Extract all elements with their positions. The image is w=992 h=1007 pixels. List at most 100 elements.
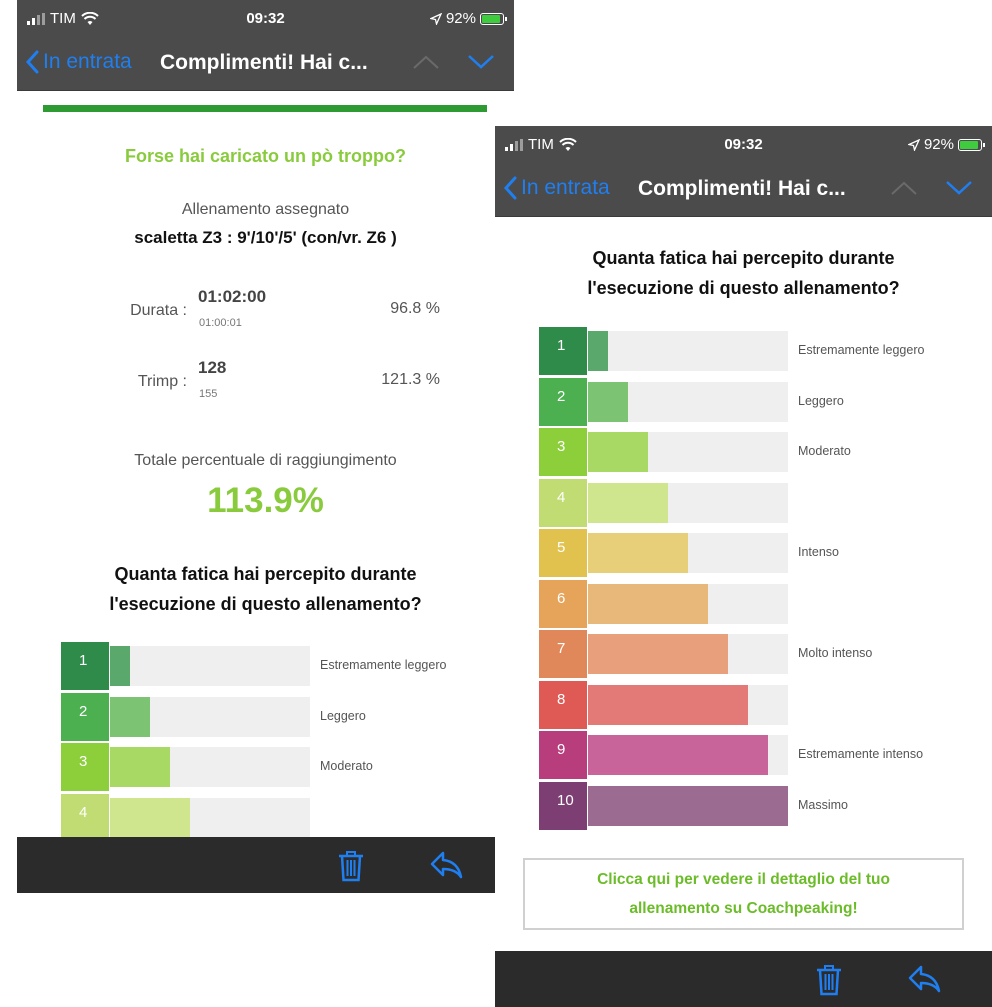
reply-icon[interactable] <box>907 964 941 994</box>
rpe-bar-track <box>588 634 788 674</box>
trash-icon[interactable] <box>815 963 843 997</box>
rpe-bar-track <box>110 696 310 737</box>
rpe-bar-fill <box>588 432 648 472</box>
battery-icon <box>480 12 507 25</box>
back-label: In entrata <box>521 176 610 199</box>
rpe-number: 1 <box>61 642 109 690</box>
rpe-bar-track <box>588 482 788 523</box>
cta-line: allenamento su Coachpeaking! <box>629 900 858 917</box>
warning-message: Forse hai caricato un pò troppo? <box>124 146 407 166</box>
workout-name: scaletta Z3 : 9'/10'/5' (con/vr. Z6 ) <box>134 228 397 247</box>
rpe-number: 5 <box>539 529 587 577</box>
rpe-number: 7 <box>539 630 587 678</box>
mail-subject: Complimenti! Hai c... <box>638 177 846 200</box>
total-label: Totale percentuale di raggiungimento <box>134 452 397 469</box>
rpe-bar-track <box>588 684 788 725</box>
rpe-bar-fill <box>588 533 688 573</box>
mail-body: Forse hai caricato un pò troppo? Allenam… <box>17 91 514 837</box>
rpe-bar-fill <box>110 797 190 837</box>
rpe-number: 8 <box>539 680 587 729</box>
trash-icon[interactable] <box>337 849 365 883</box>
rpe-bar-track <box>110 646 310 686</box>
rpe-label: Intenso <box>798 545 840 559</box>
rpe-number: 4 <box>539 478 587 527</box>
mail-nav-bar: In entrata Complimenti! Hai c... <box>17 38 514 91</box>
back-button[interactable]: In entrata <box>503 176 610 200</box>
metric-value: 01:02:00 <box>198 287 267 306</box>
rpe-bar-fill <box>588 785 788 826</box>
rpe-bar-fill <box>588 583 708 624</box>
rpe-bar-track <box>110 747 310 787</box>
chevron-left-icon <box>25 50 39 74</box>
metric-percent: 121.3 % <box>381 371 440 388</box>
rpe-bar-fill <box>588 381 628 422</box>
rpe-bar-fill <box>110 747 170 787</box>
rpe-bar-track <box>110 797 310 837</box>
metric-target: 155 <box>199 388 218 400</box>
question-line: l'esecuzione di questo allenamento? <box>109 594 422 614</box>
rpe-label: Estremamente leggero <box>798 343 925 357</box>
rpe-number: 2 <box>539 377 587 426</box>
rpe-number: 3 <box>539 428 587 476</box>
rpe-bar-track <box>588 331 788 371</box>
metric-trimp: Trimp : 128 155 121.3 % <box>17 358 514 408</box>
battery-icon <box>958 138 985 151</box>
rpe-bar-track <box>588 785 788 826</box>
chevron-down-icon[interactable] <box>467 53 495 71</box>
mail-nav-bar: In entrata Complimenti! Hai c... <box>495 164 992 217</box>
rpe-bar-fill <box>588 482 668 523</box>
back-label: In entrata <box>43 50 132 73</box>
header-rule <box>43 105 487 112</box>
metric-label: Durata : <box>130 302 187 319</box>
rpe-label: Estremamente intenso <box>798 747 924 761</box>
chevron-down-icon[interactable] <box>945 179 973 197</box>
rpe-label: Molto intenso <box>798 646 873 660</box>
bottom-toolbar <box>17 837 514 893</box>
rpe-bar-fill <box>110 646 130 686</box>
total-value: 113.9% <box>207 481 324 520</box>
status-bar: TIM 09:32 92% <box>17 0 514 38</box>
location-icon <box>907 138 920 151</box>
fatigue-question: Quanta fatica hai percepito durante l'es… <box>495 243 992 303</box>
rpe-bar-fill <box>588 735 768 775</box>
question-line: l'esecuzione di questo allenamento? <box>587 278 900 298</box>
reply-icon[interactable] <box>429 850 463 880</box>
rpe-bar-fill <box>110 696 150 737</box>
rpe-bar-track <box>588 432 788 472</box>
assigned-label: Allenamento assegnato <box>181 201 350 218</box>
metric-duration: Durata : 01:02:00 01:00:01 96.8 % <box>17 287 514 337</box>
rpe-bar-track <box>588 381 788 422</box>
chevron-up-icon[interactable] <box>412 53 440 71</box>
metric-target: 01:00:01 <box>199 317 242 329</box>
metric-label: Trimp : <box>137 373 187 390</box>
chevron-up-icon[interactable] <box>890 179 918 197</box>
question-line: Quanta fatica hai percepito durante <box>114 564 417 584</box>
bottom-toolbar <box>495 951 992 1007</box>
rpe-number: 10 <box>539 781 587 830</box>
battery-percent: 92% <box>923 136 954 153</box>
rpe-label: Moderato <box>320 759 373 773</box>
chevron-left-icon <box>503 176 517 200</box>
metric-value: 128 <box>198 358 227 377</box>
rpe-label: Leggero <box>320 708 366 723</box>
rpe-bar-fill <box>588 331 608 371</box>
screen-fatigue-scale: TIM 09:32 92% In entrata Complimenti! Ha… <box>495 126 992 1007</box>
rpe-number: 9 <box>539 731 587 779</box>
rpe-bar-fill <box>588 684 748 725</box>
rpe-number: 4 <box>61 793 109 837</box>
rpe-bar-track <box>588 735 788 775</box>
rpe-bar-track <box>588 533 788 573</box>
coachpeaking-link-button[interactable]: Clicca qui per vedere il dettaglio del t… <box>523 858 964 930</box>
rpe-number: 1 <box>539 327 587 375</box>
rpe-label: Massimo <box>798 797 849 812</box>
rpe-number: 6 <box>539 579 587 628</box>
rpe-label: Leggero <box>798 393 844 408</box>
rpe-label: Estremamente leggero <box>320 658 447 672</box>
battery-percent: 92% <box>445 10 476 27</box>
fatigue-question: Quanta fatica hai percepito durante l'es… <box>17 559 514 619</box>
back-button[interactable]: In entrata <box>25 50 132 74</box>
rpe-number: 2 <box>61 692 109 741</box>
rpe-bar-fill <box>588 634 728 674</box>
question-line: Quanta fatica hai percepito durante <box>592 248 895 268</box>
status-bar: TIM 09:32 92% <box>495 126 992 164</box>
